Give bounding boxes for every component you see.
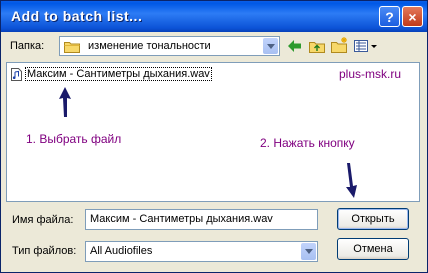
- window-title: Add to batch list...: [11, 8, 143, 24]
- watermark-text: plus-msk.ru: [339, 67, 402, 81]
- lookin-value: изменение тональности: [88, 40, 211, 52]
- filetype-value: All Audiofiles: [90, 245, 153, 257]
- dialog-window: Add to batch list... ? × Папка: изменени…: [0, 0, 428, 273]
- cancel-button-label: Отмена: [353, 243, 393, 255]
- filename-label: Имя файла:: [12, 214, 74, 226]
- folder-icon: [64, 40, 80, 56]
- close-icon: ×: [408, 8, 417, 25]
- lookin-label: Папка:: [10, 40, 45, 52]
- chevron-down-icon[interactable]: [301, 243, 316, 260]
- chevron-down-icon[interactable]: [263, 38, 278, 54]
- audio-file-icon: [11, 67, 22, 81]
- step2-annotation: 2. Нажать кнопку: [260, 136, 355, 150]
- help-button[interactable]: ?: [379, 6, 400, 27]
- filetype-select[interactable]: All Audiofiles: [85, 241, 318, 262]
- open-button[interactable]: Открыть: [337, 208, 409, 230]
- up-folder-icon[interactable]: [308, 37, 326, 55]
- filename-value: Максим - Сантиметры дыхания.wav: [90, 213, 273, 225]
- title-bar[interactable]: Add to batch list... ? ×: [1, 1, 427, 32]
- open-button-label: Открыть: [351, 213, 395, 225]
- new-folder-icon[interactable]: [331, 36, 349, 54]
- file-list[interactable]: Максим - Сантиметры дыхания.wav plus-msk…: [6, 62, 420, 202]
- arrow-up-icon: [59, 87, 71, 117]
- filetype-label: Тип файлов:: [12, 245, 77, 257]
- arrow-down-icon: [346, 163, 357, 198]
- file-name: Максим - Сантиметры дыхания.wav: [25, 67, 212, 81]
- filename-input[interactable]: Максим - Сантиметры дыхания.wav: [85, 209, 318, 230]
- back-icon[interactable]: [286, 37, 304, 55]
- close-button[interactable]: ×: [402, 6, 423, 27]
- help-icon: ?: [385, 8, 394, 25]
- lookin-combo[interactable]: изменение тональности: [59, 36, 280, 56]
- step1-annotation: 1. Выбрать файл: [26, 132, 122, 146]
- view-menu-icon[interactable]: [353, 37, 379, 55]
- list-item[interactable]: Максим - Сантиметры дыхания.wav: [11, 67, 212, 81]
- cancel-button[interactable]: Отмена: [337, 238, 409, 260]
